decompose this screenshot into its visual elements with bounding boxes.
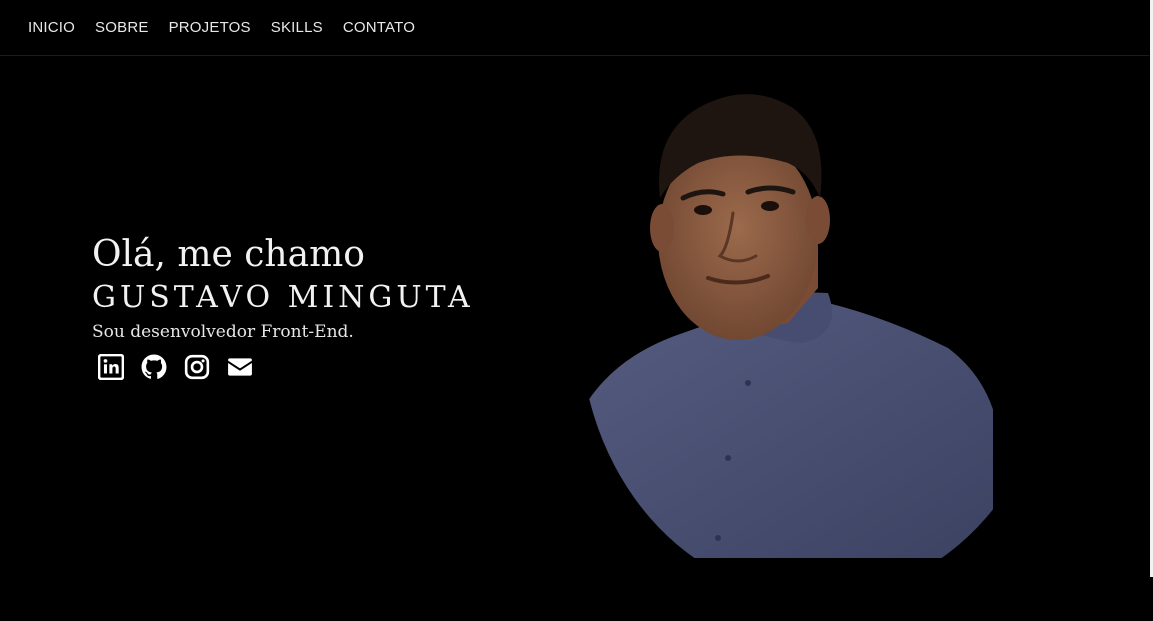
profile-photo — [588, 94, 993, 558]
hero-name: GUSTAVO MINGUTA — [92, 280, 474, 315]
nav-link-projetos[interactable]: PROJETOS — [169, 19, 251, 36]
github-icon — [141, 354, 167, 379]
linkedin-link[interactable] — [98, 354, 124, 380]
hero-greeting: Olá, me chamo — [92, 234, 365, 275]
email-link[interactable] — [227, 354, 253, 380]
envelope-icon — [228, 358, 252, 376]
hero-section: Olá, me chamo GUSTAVO MINGUTA Sou desenv… — [92, 232, 474, 380]
nav-link-inicio[interactable]: INICIO — [28, 19, 75, 36]
nav-link-contato[interactable]: CONTATO — [343, 19, 415, 36]
social-links — [98, 354, 474, 380]
hero-subtitle: Sou desenvolvedor Front-End. — [92, 322, 354, 342]
linkedin-icon — [98, 354, 124, 380]
nav-link-skills[interactable]: SKILLS — [271, 19, 323, 36]
instagram-link[interactable] — [184, 354, 210, 380]
instagram-icon — [184, 354, 210, 380]
top-navbar: INICIO SOBRE PROJETOS SKILLS CONTATO — [0, 0, 1149, 56]
github-link[interactable] — [141, 354, 167, 380]
nav-link-sobre[interactable]: SOBRE — [95, 19, 149, 36]
